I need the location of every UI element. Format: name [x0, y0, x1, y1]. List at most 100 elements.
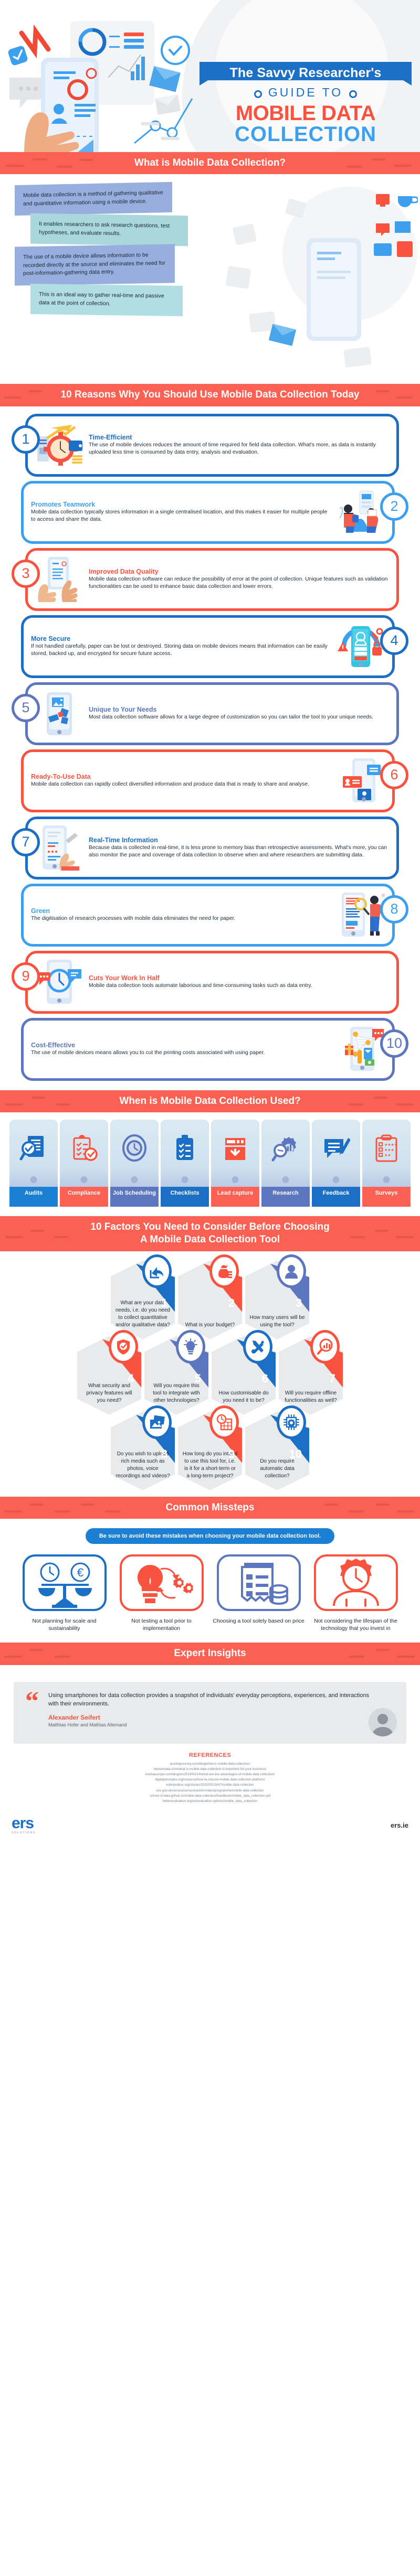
reasons-list: 1 Time-Efficient The use of mobile devic… — [0, 413, 420, 1090]
reason-card-10: Cost-Effective The use of mobile devices… — [21, 1017, 395, 1081]
factor-badge-8 — [142, 1405, 172, 1439]
gear-magnifier-chart-icon — [271, 1136, 296, 1162]
phone-frame — [60, 1119, 108, 1187]
references-block: REFERENCES quicktapsurvey.com/blog/what-… — [0, 1743, 420, 1810]
factor-cell-9[interactable]: 9 How long do you intend to use this too… — [178, 1405, 242, 1490]
reason-title-5: Unique to Your Needs — [89, 705, 157, 713]
factor-cell-1[interactable]: 1 What are your data needs, i.e. do you … — [111, 1254, 175, 1339]
hands-phone-form-icon — [38, 556, 78, 602]
chip-gear-icon — [284, 1414, 299, 1430]
factor-text-3: How many users will be using the tool? — [249, 1314, 305, 1328]
section-title-whatis: What is Mobile Data Collection? — [134, 157, 286, 168]
website-url[interactable]: ers.ie — [391, 1821, 408, 1829]
misstep-item-3: Choosing a tool solely based on price — [213, 1553, 304, 1632]
user-avatar-icon — [285, 1264, 298, 1279]
reason-number-6: 6 — [380, 760, 408, 789]
used-item-checklists[interactable]: Checklists — [161, 1119, 209, 1207]
reason-card-3: Improved Data Quality Mobile data collec… — [25, 548, 399, 611]
factor-cell-10[interactable]: 10 Do you require automatic data collect… — [245, 1405, 309, 1490]
survey-rating-clipboard-icon: ★★★★★★★★★ — [375, 1134, 397, 1162]
guide-dot-right-icon — [349, 90, 357, 99]
factor-cell-6[interactable]: 6 How customisable do you need it to be? — [212, 1329, 276, 1415]
factors-hex-grid: 1 What are your data needs, i.e. do you … — [0, 1251, 420, 1497]
hero-title-line1: MOBILE DATA — [235, 102, 376, 125]
expert-quote-card: “ Using smartphones for data collection … — [14, 1681, 406, 1744]
svg-text:€: € — [77, 1566, 83, 1579]
factor-cell-2[interactable]: 2 What is your budget? — [178, 1254, 242, 1339]
whatis-illustration — [226, 187, 418, 368]
factor-text-4: What security and privacy features will … — [86, 1383, 132, 1403]
factor-text-10: Do you require automatic data collection… — [260, 1458, 295, 1479]
used-item-compliance[interactable]: Compliance — [60, 1119, 108, 1207]
section-whatis-body: Mobile data collection is a method of ga… — [0, 174, 420, 384]
reference-link[interactable]: betterevaluation.org/en/evaluation-optio… — [0, 1799, 420, 1804]
reference-link[interactable]: kobotoolbox.org/stories/2020/03/15/47/mo… — [0, 1783, 420, 1788]
expert-author-name: Alexander Seifert — [48, 1713, 100, 1721]
reason-card-9: Cuts Your Work In Half Mobile data colle… — [25, 950, 399, 1014]
factor-cell-8[interactable]: 8 Do you wish to upload rich media such … — [111, 1405, 175, 1490]
reason-number-9: 9 — [12, 962, 40, 991]
person-clock-gear-icon — [313, 1554, 398, 1611]
reason-body-3: Mobile data collection software can redu… — [89, 576, 388, 590]
reason-number-5: 5 — [12, 693, 40, 722]
reason-title-2: Promotes Teamwork — [31, 500, 96, 508]
reference-link[interactable]: school-of-data.github.io/mobile-data-col… — [0, 1794, 420, 1799]
used-item-surveys[interactable]: ★★★★ ★★★ ★★ Surveys — [362, 1119, 411, 1207]
calendar-clock-icon — [216, 1414, 233, 1430]
used-item-audits[interactable]: Audits — [9, 1119, 58, 1207]
reference-link[interactable]: inurbaeurope.com/blog/en/2019/03/14/what… — [0, 1772, 420, 1777]
factor-cell-7[interactable]: 7 Will you require offline functionaliti… — [279, 1329, 343, 1415]
used-item-research[interactable]: Research — [261, 1119, 310, 1207]
section-title-factors-line1: 10 Factors You Need to Consider Before C… — [90, 1221, 330, 1232]
reason-item-1: 1 Time-Efficient The use of mobile devic… — [0, 413, 420, 477]
reference-link[interactable]: nielsendata.com/what-is-mobile-data-coll… — [0, 1767, 420, 1772]
reason-number-8: 8 — [380, 895, 408, 924]
used-label-compliance: Compliance — [60, 1186, 108, 1207]
reason-text-10: Cost-Effective The use of mobile devices… — [31, 1042, 331, 1057]
brand-logo[interactable]: ers SOLUTIONS — [12, 1816, 36, 1835]
reference-link[interactable]: ons.gov.uk/census/censustransformationpr… — [0, 1788, 420, 1794]
reason-number-1: 1 — [12, 425, 40, 454]
reason-item-3: 3 Improved Data Quality Mobile data coll… — [0, 548, 420, 611]
hero-guide-line: GUIDE TO — [195, 85, 416, 103]
reason-text-6: Ready-To-Use Data Mobile data collection… — [31, 773, 331, 789]
reason-text-9: Cuts Your Work In Half Mobile data colle… — [89, 974, 389, 990]
factor-number-8: 8 — [161, 1447, 167, 1461]
misstep-icon-wrap-1: € — [22, 1553, 107, 1612]
svg-text:★★★★: ★★★★ — [384, 1143, 397, 1147]
reason-text-2: Promotes Teamwork Mobile data collection… — [31, 501, 331, 524]
checklist-clipboard-icon — [176, 1134, 193, 1160]
section-title-reasons: 10 Reasons Why You Should Use Mobile Dat… — [60, 389, 360, 401]
factor-text-5: Will you require this tool to integrate … — [153, 1383, 200, 1403]
photos-icon — [150, 1415, 165, 1429]
misstep-icon-wrap-2 — [119, 1553, 204, 1612]
reason-body-2: Mobile data collection typically stores … — [31, 509, 328, 523]
misstep-caption-3: Choosing a tool solely based on price — [213, 1617, 304, 1624]
factor-number-9: 9 — [228, 1447, 235, 1461]
section-bar-missteps: Common Missteps — [0, 1496, 420, 1519]
used-for-row: Audits Compliance Job Scheduling Checkli… — [4, 1119, 416, 1207]
factor-cell-4[interactable]: 4 What security and privacy features wil… — [77, 1329, 141, 1415]
factor-badge-2 — [209, 1254, 239, 1288]
misstep-item-1: € Not planning for scale and sustainabil… — [18, 1553, 110, 1632]
used-item-feedback[interactable]: Feedback — [312, 1119, 360, 1207]
factor-number-4: 4 — [127, 1371, 134, 1385]
speech-bubble-pen-icon — [324, 1137, 350, 1158]
reference-link[interactable]: quicktapsurvey.com/blog/what-is-mobile-d… — [0, 1762, 420, 1767]
reason-card-4: More Secure If not handled carefully, pa… — [21, 615, 395, 678]
factor-cell-5[interactable]: 5 Will you require this tool to integrat… — [144, 1329, 208, 1415]
reason-card-5: Unique to Your Needs Most data collectio… — [25, 682, 399, 745]
lightbulb-gears-icon — [119, 1554, 204, 1611]
section-title-factors-line2: A Mobile Data Collection Tool — [140, 1234, 280, 1246]
section-title-expert: Expert Insights — [174, 1648, 246, 1659]
used-item-lead-capture[interactable]: Lead capture — [211, 1119, 259, 1207]
reference-link[interactable]: digitalprinciples.org/resource/how-to-ch… — [0, 1777, 420, 1783]
infographic-page: The Savvy Researcher's GUIDE TO MOBILE D… — [0, 0, 420, 1845]
reason-title-3: Improved Data Quality — [89, 567, 159, 575]
factor-cell-3[interactable]: 3 How many users will be using the tool? — [245, 1254, 309, 1339]
factor-badge-6 — [243, 1329, 272, 1364]
reason-text-3: Improved Data Quality Mobile data collec… — [89, 568, 389, 591]
expert-author-role: Matthias Hofer and Mathias Allemand — [48, 1722, 127, 1727]
used-item-job-scheduling[interactable]: Job Scheduling — [110, 1119, 159, 1207]
reason-title-1: Time-Efficient — [89, 433, 132, 441]
